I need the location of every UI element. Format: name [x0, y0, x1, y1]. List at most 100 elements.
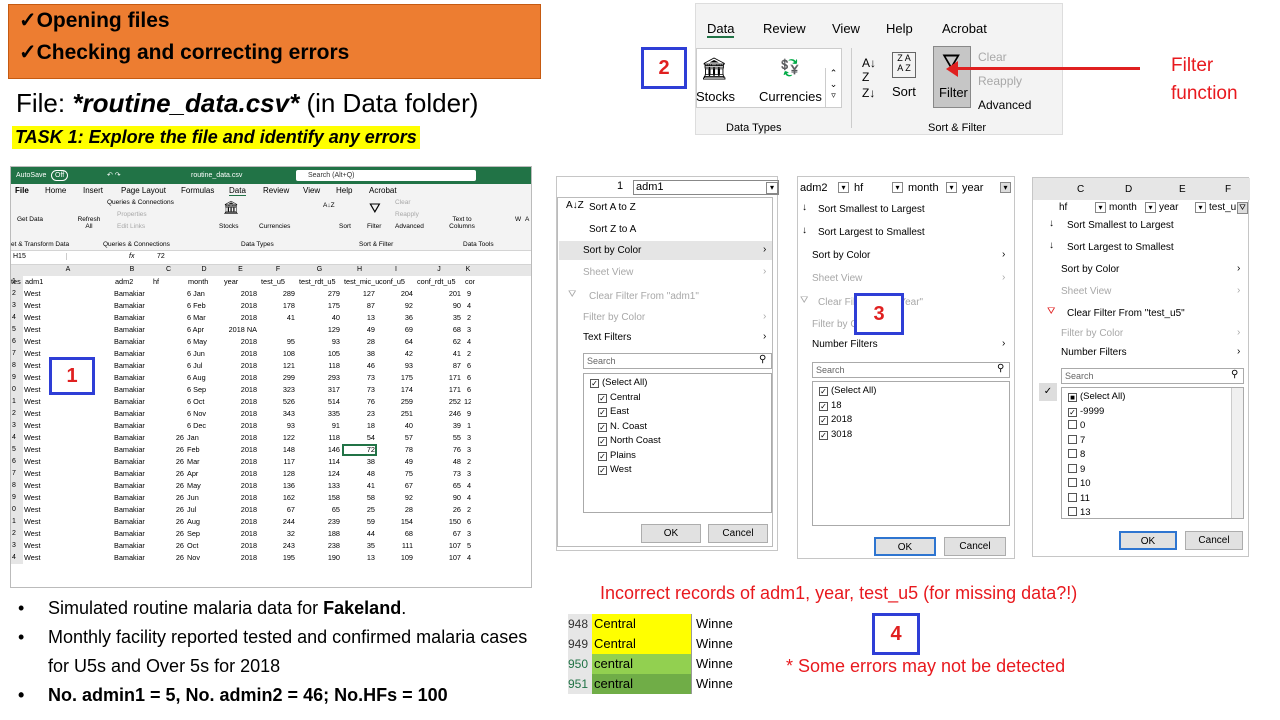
table-cell[interactable]: 146: [298, 445, 340, 454]
table-cell[interactable]: 279: [298, 289, 340, 298]
row-number[interactable]: 6: [11, 456, 23, 468]
table-cell[interactable]: 93: [378, 361, 413, 370]
table-cell[interactable]: 252: [416, 397, 461, 406]
table-cell[interactable]: 2018: [223, 361, 257, 370]
table-cell[interactable]: 107: [416, 541, 461, 550]
table-cell[interactable]: 2018: [223, 289, 257, 298]
sort-az-icon[interactable]: A↓Z: [862, 56, 876, 84]
table-cell[interactable]: 107: [416, 553, 461, 562]
table-cell[interactable]: 9: [464, 289, 471, 298]
table-cell[interactable]: 87: [343, 301, 375, 310]
table-cell[interactable]: Bamakiar: [114, 397, 149, 406]
table-cell[interactable]: 67: [260, 505, 295, 514]
clear-button[interactable]: Clear: [395, 199, 411, 206]
sort-button[interactable]: Sort: [339, 223, 351, 230]
test-u5-search-input[interactable]: Search: [1061, 368, 1244, 384]
table-cell[interactable]: Jun: [187, 493, 220, 502]
table-cell[interactable]: 36: [378, 313, 413, 322]
checkbox[interactable]: ✓: [819, 430, 828, 440]
table-cell[interactable]: 343: [260, 409, 295, 418]
table-cell[interactable]: 2018: [223, 445, 257, 454]
table-cell[interactable]: 6 Nov: [187, 409, 220, 418]
menu-acrobat[interactable]: Acrobat: [369, 186, 397, 195]
table-cell[interactable]: West: [24, 481, 111, 490]
table-cell[interactable]: Bamakiar: [114, 469, 149, 478]
stocks-button[interactable]: Stocks: [696, 89, 735, 104]
table-cell[interactable]: Winne: [694, 614, 738, 634]
table-cell[interactable]: Central: [592, 634, 692, 654]
table-cell[interactable]: Bamakiar: [114, 445, 149, 454]
table-cell[interactable]: 90: [416, 493, 461, 502]
table-cell[interactable]: Bamakiar: [114, 529, 149, 538]
table-cell[interactable]: central: [592, 674, 692, 694]
table-header-cell[interactable]: conf_mic_u5: [465, 277, 475, 286]
row-number[interactable]: 9: [11, 492, 23, 504]
sort-button[interactable]: Sort: [892, 84, 916, 99]
row-number[interactable]: 2: [11, 408, 23, 420]
table-cell[interactable]: 4: [464, 301, 471, 310]
row-number[interactable]: 1: [11, 516, 23, 528]
table-cell[interactable]: 2: [464, 349, 471, 358]
forecast-button[interactable]: A: [525, 216, 529, 223]
table-cell[interactable]: West: [24, 433, 111, 442]
row-number[interactable]: 3: [11, 300, 23, 312]
table-cell[interactable]: 41: [260, 313, 295, 322]
table-cell[interactable]: West: [24, 409, 111, 418]
table-cell[interactable]: Oct: [187, 541, 220, 550]
menu-clear-filter[interactable]: Clear Filter From "adm1": [589, 291, 699, 302]
checkbox[interactable]: [1068, 434, 1077, 444]
table-header-cell[interactable]: conf_u5: [379, 277, 417, 286]
column-letter[interactable]: A: [23, 266, 113, 273]
table-cell[interactable]: 122: [260, 433, 295, 442]
table-cell[interactable]: central: [592, 654, 692, 674]
menu-page-layout[interactable]: Page Layout: [121, 186, 166, 195]
list-item[interactable]: ✓ North Coast: [598, 435, 661, 446]
advanced-button[interactable]: Advanced: [395, 223, 424, 230]
table-cell[interactable]: 6: [464, 517, 471, 526]
list-item[interactable]: ✓ West: [598, 464, 631, 475]
checkbox[interactable]: [1068, 492, 1077, 502]
row-number[interactable]: 7: [11, 468, 23, 480]
menu-sort-a-z[interactable]: Sort A to Z: [589, 202, 636, 213]
table-cell[interactable]: West: [24, 469, 111, 478]
table-cell[interactable]: 9: [464, 409, 471, 418]
table-cell[interactable]: Bamakiar: [114, 349, 149, 358]
table-cell[interactable]: 2018: [223, 493, 257, 502]
ok-button[interactable]: OK: [1119, 531, 1177, 550]
table-cell[interactable]: 124: [298, 469, 340, 478]
row-number[interactable]: 9: [11, 372, 23, 384]
advanced-button[interactable]: Advanced: [978, 98, 1031, 112]
table-cell[interactable]: 32: [260, 529, 295, 538]
table-cell[interactable]: 323: [260, 385, 295, 394]
table-cell[interactable]: 6 Oct: [187, 397, 220, 406]
get-data-button[interactable]: Get Data: [17, 216, 43, 223]
table-cell[interactable]: 26: [152, 433, 184, 442]
table-cell[interactable]: 26: [152, 553, 184, 562]
column-letter[interactable]: C: [151, 266, 186, 273]
table-cell[interactable]: 174: [378, 385, 413, 394]
menu-sort-by-color[interactable]: Sort by Color: [583, 245, 641, 256]
table-cell[interactable]: 18: [343, 421, 375, 430]
row-number[interactable]: 4: [11, 312, 23, 324]
column-letter[interactable]: K: [463, 266, 473, 273]
table-cell[interactable]: 65: [298, 505, 340, 514]
checkbox[interactable]: ✓: [598, 451, 607, 461]
table-cell[interactable]: 13: [343, 313, 375, 322]
table-cell[interactable]: 91: [298, 421, 340, 430]
table-cell[interactable]: 26: [152, 541, 184, 550]
table-cell[interactable]: 41: [416, 349, 461, 358]
menu-sheet-view[interactable]: Sheet View: [583, 267, 633, 278]
table-cell[interactable]: 6 Aug: [187, 373, 220, 382]
year-search-input[interactable]: Search: [812, 362, 1010, 378]
table-cell[interactable]: 41: [343, 481, 375, 490]
table-cell[interactable]: 2018: [223, 517, 257, 526]
table-cell[interactable]: Bamakiar: [114, 493, 149, 502]
table-cell[interactable]: 26: [152, 481, 184, 490]
table-cell[interactable]: 3: [464, 325, 471, 334]
table-cell[interactable]: West: [24, 313, 111, 322]
table-cell[interactable]: 2018: [223, 457, 257, 466]
cancel-button[interactable]: Cancel: [1185, 531, 1243, 550]
table-cell[interactable]: 49: [378, 457, 413, 466]
table-cell[interactable]: West: [24, 397, 111, 406]
table-cell[interactable]: West: [24, 457, 111, 466]
